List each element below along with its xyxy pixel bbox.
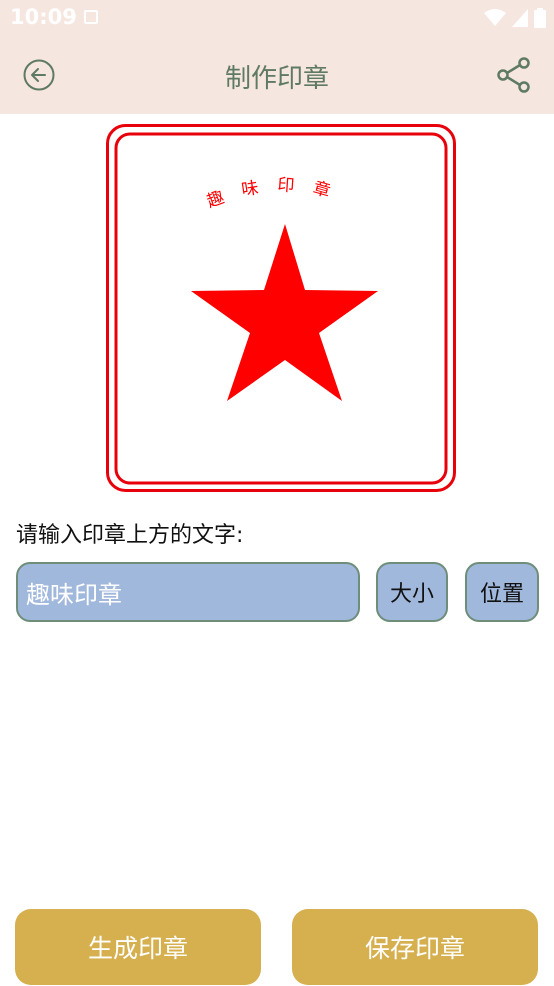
- status-icons: [484, 8, 546, 28]
- signal-icon: [512, 9, 528, 27]
- share-icon: [497, 57, 530, 93]
- battery-icon: [534, 8, 546, 28]
- stamp-top-text: 趣味印章: [204, 175, 350, 212]
- notification-icon: [84, 10, 98, 24]
- stamp-canvas: 趣味印章: [106, 124, 456, 492]
- size-button[interactable]: 大小: [376, 562, 448, 622]
- status-bar: 10:09: [0, 0, 554, 36]
- stamp-preview: 趣味印章: [106, 124, 456, 492]
- generate-stamp-button[interactable]: 生成印章: [15, 909, 261, 985]
- share-button[interactable]: [496, 56, 532, 94]
- wifi-icon: [484, 9, 506, 26]
- stamp-text-input[interactable]: [16, 562, 360, 622]
- stamp-star-icon: [191, 224, 378, 401]
- prompt-label: 请输入印章上方的文字:: [16, 523, 244, 548]
- page-title: 制作印章: [224, 64, 329, 94]
- position-button[interactable]: 位置: [465, 562, 539, 622]
- save-stamp-button[interactable]: 保存印章: [292, 909, 538, 985]
- app-bar: 制作印章: [0, 36, 554, 114]
- status-time: 10:09: [10, 5, 77, 29]
